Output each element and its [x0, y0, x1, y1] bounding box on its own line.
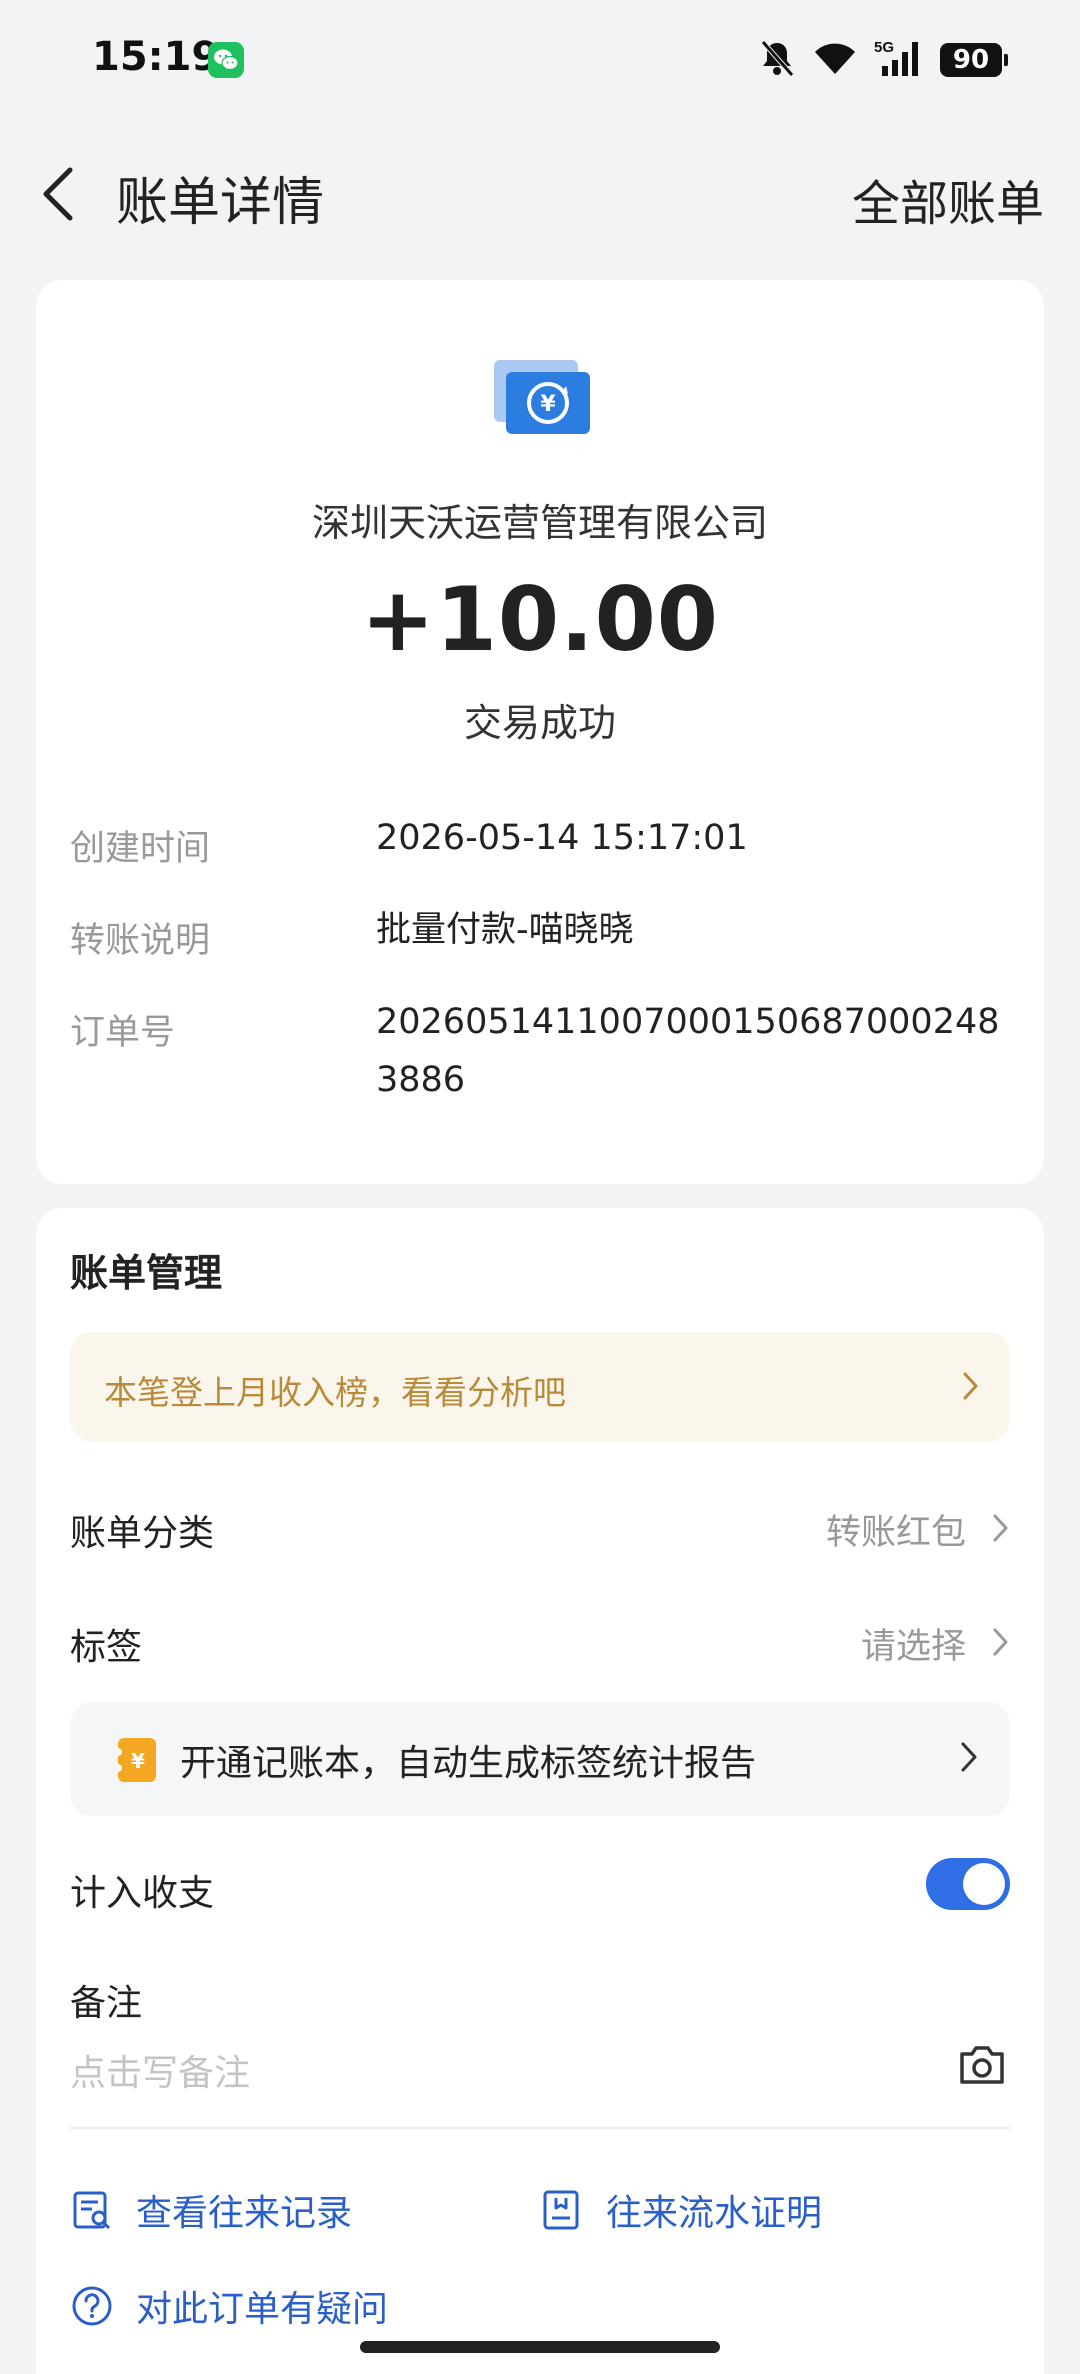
chevron-right-icon — [990, 1512, 1010, 1548]
back-arrow-icon[interactable] — [36, 164, 86, 224]
tag-value: 请选择 — [860, 1627, 966, 1667]
history-list-icon — [73, 2191, 111, 2230]
all-bills-link[interactable]: 全部账单 — [852, 164, 1044, 234]
section-title: 账单管理 — [70, 1251, 223, 1295]
order-number-value[interactable]: 20260514110070001506870002483886 — [376, 993, 1010, 1109]
income-rank-banner[interactable]: 本笔登上月收入榜，看看分析吧 — [70, 1332, 1010, 1442]
question-circle-icon — [72, 2286, 112, 2326]
bill-category-row[interactable]: 账单分类 转账红包 — [70, 1488, 1010, 1568]
order-question-link[interactable]: 对此订单有疑问 — [70, 2280, 388, 2332]
toggle-knob — [963, 1863, 1005, 1905]
bill-category-value: 转账红包 — [825, 1513, 966, 1553]
transaction-status: 交易成功 — [463, 701, 616, 745]
detail-value: 2026-05-14 15:17:01 — [376, 818, 748, 858]
ledger-promo-text: 开通记账本，自动生成标签统计报告 — [180, 1743, 757, 1784]
transaction-proof-link[interactable]: 往来流水证明 — [540, 2184, 822, 2236]
transaction-proof-label: 往来流水证明 — [606, 2193, 823, 2234]
camera-icon[interactable] — [956, 2038, 1008, 2090]
order-question-label: 对此订单有疑问 — [136, 2289, 389, 2330]
nav-bar: 账单详情 全部账单 — [0, 140, 1080, 240]
proof-document-icon — [543, 2190, 579, 2230]
ledger-yuan-icon: ¥ — [114, 1736, 158, 1784]
status-time: 15:19 — [92, 34, 220, 80]
transaction-amount: +10.00 — [360, 568, 720, 671]
transfer-yuan-icon: ¥ — [492, 356, 592, 440]
svg-text:¥: ¥ — [540, 392, 556, 417]
bill-category-label: 账单分类 — [70, 1513, 215, 1554]
svg-text:¥: ¥ — [131, 1749, 145, 1773]
merchant-name: 深圳天沃运营管理有限公司 — [311, 501, 768, 545]
signal-icon: 5G — [874, 38, 924, 82]
detail-label: 转账说明 — [70, 921, 211, 961]
detail-value: 批量付款-喵晓晓 — [376, 910, 634, 950]
home-indicator[interactable] — [360, 2341, 720, 2353]
note-label: 备注 — [70, 1983, 143, 2024]
svg-text:5G: 5G — [874, 39, 894, 56]
mute-bell-icon — [758, 38, 796, 82]
bill-summary-card: ¥ 深圳天沃运营管理有限公司 +10.00 交易成功 创建时间 2026-05-… — [36, 280, 1044, 1184]
tag-label: 标签 — [70, 1627, 143, 1668]
include-in-stats-toggle[interactable] — [926, 1858, 1010, 1910]
detail-label: 创建时间 — [70, 829, 211, 869]
chevron-right-icon — [958, 1740, 980, 1778]
bill-management-card: 账单管理 本笔登上月收入榜，看看分析吧 账单分类 转账红包 标签 请选择 ¥ 开… — [36, 1208, 1044, 2374]
page-title: 账单详情 — [116, 173, 325, 233]
status-bar: 15:19 5G 90 — [0, 0, 1080, 120]
note-input[interactable]: 点击写备注 — [70, 2044, 250, 2096]
include-in-stats-label: 计入收支 — [70, 1873, 215, 1914]
include-in-stats-row: 计入收支 — [70, 1848, 1010, 1928]
wechat-icon — [208, 42, 244, 78]
divider — [70, 2127, 1010, 2129]
view-history-link[interactable]: 查看往来记录 — [70, 2184, 352, 2236]
tag-row[interactable]: 标签 请选择 — [70, 1602, 1010, 1682]
wifi-icon — [812, 40, 858, 80]
chevron-right-icon — [960, 1370, 980, 1406]
chevron-right-icon — [990, 1626, 1010, 1662]
ledger-promo-banner[interactable]: ¥ 开通记账本，自动生成标签统计报告 — [70, 1702, 1010, 1816]
battery-icon: 90 — [940, 43, 1008, 77]
income-rank-text: 本笔登上月收入榜，看看分析吧 — [104, 1373, 566, 1412]
detail-label: 订单号 — [70, 1013, 176, 1053]
view-history-label: 查看往来记录 — [136, 2193, 353, 2234]
